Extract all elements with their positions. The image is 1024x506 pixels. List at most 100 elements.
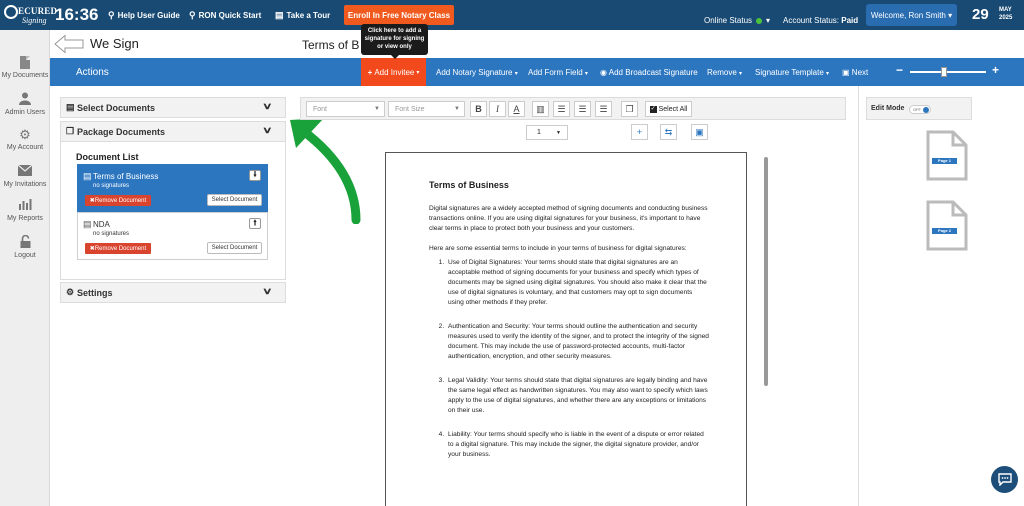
remove-menu[interactable]: Remove ▾ [707,68,742,77]
gears-icon: ⚙ [66,287,75,297]
resize-icon: ▥ [536,103,545,114]
select-all-label: Select All [658,105,688,113]
add-page-button[interactable]: + [631,124,648,140]
plus-icon: + [367,67,373,77]
sidebar-item-admin-users[interactable]: Admin Users [0,92,50,116]
logo-text: ECURED [18,6,58,16]
document-heading: Terms of Business [429,180,509,190]
package-documents-accordion[interactable]: ❐ Package Documents ∨ [60,121,286,142]
select-documents-label: Select Documents [77,103,156,113]
caret-down-icon: ▾ [584,71,588,77]
top-header: ECURED Signing 16:36 ⚲ Help User Guide ⚲… [0,0,1024,30]
caret-down-icon: ▾ [826,71,830,77]
zoom-out-icon[interactable]: − [896,63,903,77]
document-page[interactable]: Terms of Business Digital signatures are… [385,152,747,506]
italic-button[interactable]: I [489,101,506,117]
document-icon [20,56,30,69]
actions-toolbar: Actions + Add Invitee ▾ Add Notary Signa… [50,58,1024,86]
arrow-up-icon: 🠙 [252,217,257,227]
page-thumbnail[interactable]: Page 2 [926,200,968,251]
remove-document-button[interactable]: ✖ Remove Document [85,243,151,254]
signature-template-menu[interactable]: Signature Template ▾ [755,68,829,77]
edit-mode-bar: Edit Mode OFF [866,97,972,120]
copy-button[interactable]: ❐ [621,101,638,117]
zoom-in-icon[interactable]: + [992,63,999,77]
bold-button[interactable]: B [470,101,487,117]
swap-icon: ⇆ [664,126,673,137]
title-row: We Sign Terms of B [50,30,1024,58]
font-size-select-value: Font Size [395,106,425,113]
save-button[interactable]: ▣ [691,124,708,140]
page-thumbnail[interactable]: Page 1 [926,130,968,181]
select-document-button[interactable]: Select Document [207,194,262,206]
chat-button[interactable] [991,466,1018,493]
chevron-down-icon: ∨ [262,286,273,296]
zoom-slider[interactable]: − + [896,63,1000,78]
settings-accordion[interactable]: ⚙ Settings ∨ [60,282,286,303]
move-down-button[interactable]: 🠛 [249,170,261,181]
select-documents-accordion[interactable]: ▤ Select Documents ∨ [60,97,286,118]
user-menu-button[interactable]: Welcome, Ron Smith ▾ [866,4,957,26]
date-month: MAY [999,7,1012,13]
remove-document-label: Remove Document [94,245,147,252]
font-select[interactable]: Font ▼ [306,101,385,117]
sidebar-item-label: My Reports [7,215,43,222]
user-icon [0,92,50,107]
move-up-button[interactable]: 🠙 [249,218,261,229]
document-scrollbar[interactable] [764,157,768,386]
logo-subtext: Signing [22,16,47,25]
remove-label: Remove [707,68,737,77]
document-list-item[interactable]: ▤ Terms of Business no signatures 🠛 ✖ Re… [77,164,268,212]
add-notary-signature-menu[interactable]: Add Notary Signature ▾ [436,68,518,77]
edit-mode-toggle[interactable]: OFF [909,105,931,114]
resize-button[interactable]: ▥ [532,101,549,117]
online-status: Online Status ▾ [704,16,770,25]
font-size-select[interactable]: Font Size ▼ [388,101,465,117]
add-broadcast-signature-button[interactable]: ◉ Add Broadcast Signature [600,68,698,77]
page-number-select[interactable]: 1 ▼ [526,125,568,140]
settings-label: Settings [77,288,113,298]
select-document-button[interactable]: Select Document [207,242,262,254]
italic-icon: I [496,104,499,114]
page-title: We Sign [90,36,139,51]
chat-bubble-icon [997,473,1012,486]
clock-time: 16:36 [55,5,99,24]
align-center-button[interactable]: ☰ [574,101,591,117]
align-left-icon: ☰ [557,103,566,114]
lightbulb-icon: ⚲ [189,10,196,20]
account-status: Account Status: Paid [783,16,858,25]
caret-down-icon: ▼ [454,106,460,112]
add-invitee-tooltip: Click here to add a signature for signin… [361,24,428,59]
status-caret-icon[interactable]: ▾ [766,16,770,25]
add-form-field-menu[interactable]: Add Form Field ▾ [528,68,588,77]
swap-page-button[interactable]: ⇆ [660,124,677,140]
document-list-item[interactable]: ▤ NDA no signatures 🠙 ✖ Remove Document … [77,212,268,260]
sidebar-item-my-account[interactable]: ⚙ My Account [0,127,50,151]
back-arrow-icon[interactable] [54,34,84,54]
document-icon: ▤ [66,102,75,112]
online-status-indicator [756,17,763,24]
online-status-label: Online Status [704,16,753,25]
ron-quick-start-link[interactable]: ⚲ RON Quick Start [189,10,261,21]
caret-down-icon: ▾ [416,69,420,76]
align-left-button[interactable]: ☰ [553,101,570,117]
secured-signing-logo[interactable]: ECURED Signing [4,3,57,27]
document-content: Terms of Business Digital signatures are… [429,180,709,474]
sidebar-item-my-reports[interactable]: My Reports [0,198,50,222]
zoom-slider-handle[interactable] [941,67,948,77]
help-user-guide-link[interactable]: ⚲ Help User Guide [108,10,180,21]
underline-button[interactable]: A [508,101,525,117]
page-thumbnail-label: Page 2 [932,228,957,234]
remove-document-button[interactable]: ✖ Remove Document [85,195,151,206]
sidebar-item-logout[interactable]: Logout [0,234,50,259]
sidebar-item-my-documents[interactable]: My Documents [0,56,50,79]
add-invitee-button[interactable]: + Add Invitee ▾ [361,58,426,86]
sidebar-item-my-invitations[interactable]: My Invitations [0,164,50,188]
next-button[interactable]: ▣ Next [842,68,868,77]
account-status-label: Account Status: [783,16,840,25]
document-icon: ▤ [83,219,92,229]
take-a-tour-link[interactable]: ▤ Take a Tour [275,10,330,21]
select-all-button[interactable]: ✓ Select All [645,101,692,117]
enroll-notary-class-button[interactable]: Enroll In Free Notary Class [344,5,454,25]
align-right-button[interactable]: ☰ [595,101,612,117]
